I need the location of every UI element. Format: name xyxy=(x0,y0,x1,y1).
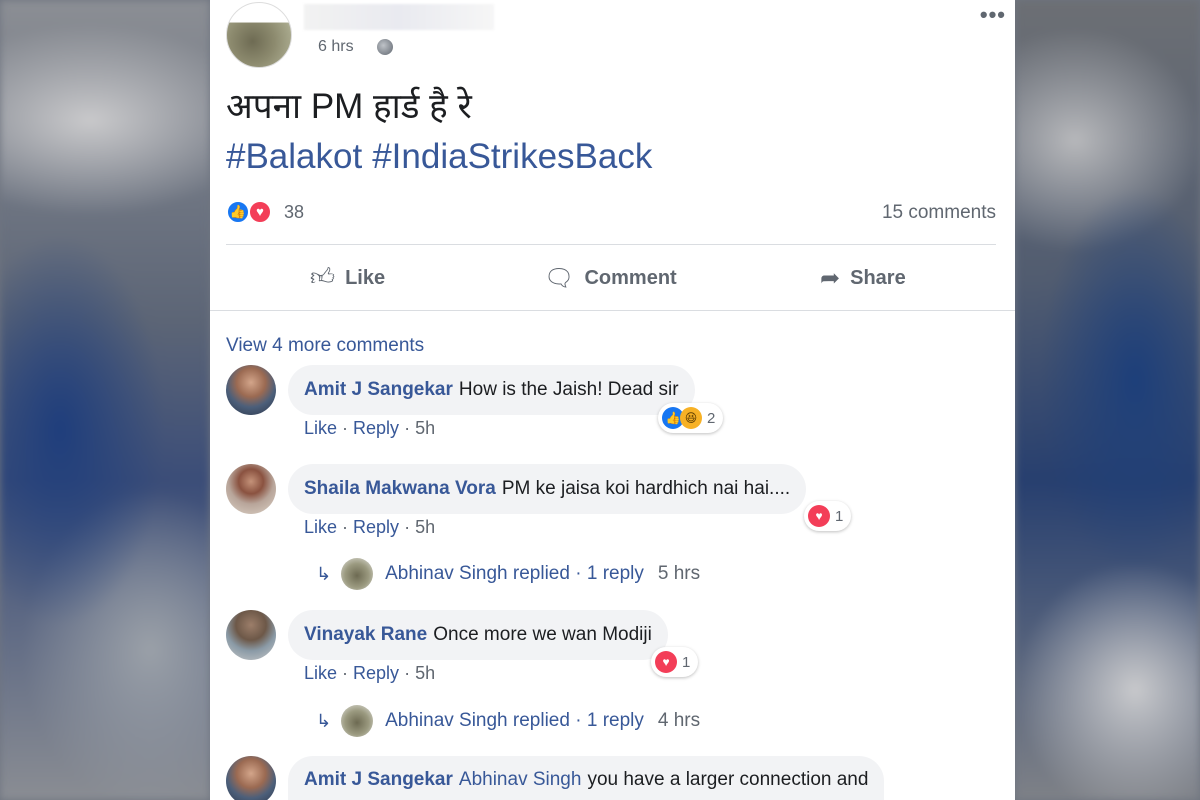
share-label: Share xyxy=(850,266,906,289)
reaction-count: 1 xyxy=(682,653,691,671)
comment-meta: Like · Reply · 5h xyxy=(304,517,436,537)
like-label: Like xyxy=(345,266,386,289)
facebook-post: 6 hrs ••• अपना PM हार्ड है रे #Balakot #I… xyxy=(210,0,1015,800)
comment-meta: Like · Reply · 5h xyxy=(304,663,436,683)
reply-count-link[interactable]: · 1 reply xyxy=(570,710,644,732)
view-more-comments-link[interactable]: View 4 more comments xyxy=(226,335,424,357)
comment-time[interactable]: 5h xyxy=(415,517,435,537)
blurred-background-right xyxy=(1015,0,1200,800)
avatar[interactable] xyxy=(226,610,276,660)
avatar[interactable] xyxy=(226,756,276,800)
replier-name[interactable]: Abhinav Singh replied xyxy=(385,710,570,732)
comment-like-link[interactable]: Like xyxy=(304,418,337,438)
comment-text: PM ke jaisa koi hardhich nai hai.... xyxy=(501,478,791,499)
comment-reply-link[interactable]: Reply xyxy=(353,418,399,438)
replies-row[interactable]: ↳ Abhinav Singh replied · 1 reply 5 hrs xyxy=(316,558,700,590)
reaction-count[interactable]: 38 xyxy=(284,202,304,223)
avatar[interactable] xyxy=(226,464,276,514)
comment-bubble: Amit J Sangekar Abhinav Singh you have a… xyxy=(288,756,885,800)
reply-time: 5 hrs xyxy=(657,563,701,584)
commenter-name[interactable]: Amit J Sangekar xyxy=(304,379,453,401)
comment-count[interactable]: 15 comments xyxy=(882,202,996,224)
avatar xyxy=(341,705,374,737)
avatar xyxy=(341,558,374,590)
comment-like-link[interactable]: Like xyxy=(304,663,337,683)
page-avatar[interactable] xyxy=(226,2,292,68)
replier-name[interactable]: Abhinav Singh replied xyxy=(385,563,570,585)
reply-arrow-icon: ↳ xyxy=(316,563,332,584)
love-reaction-icon: ♥ xyxy=(248,200,272,224)
reaction-count: 1 xyxy=(835,507,844,525)
comment-time[interactable]: 5h xyxy=(415,418,435,438)
comment-meta: Like · Reply · 5h xyxy=(304,418,436,438)
blurred-background-left xyxy=(0,0,210,800)
commenter-name[interactable]: Amit J Sangekar xyxy=(304,769,453,791)
love-reaction-icon: ♥ xyxy=(808,505,830,527)
comment: Shaila Makwana Vora PM ke jaisa koi hard… xyxy=(226,464,1006,594)
more-options-icon[interactable]: ••• xyxy=(980,2,1006,28)
love-reaction-icon: ♥ xyxy=(655,651,677,673)
avatar[interactable] xyxy=(226,365,276,415)
mentioned-user-link[interactable]: Abhinav Singh xyxy=(459,769,582,791)
commenter-name[interactable]: Shaila Makwana Vora xyxy=(304,478,496,500)
hashtag-link[interactable]: #IndiaStrikesBack xyxy=(372,137,652,176)
reaction-count: 2 xyxy=(707,409,716,427)
hashtag-link[interactable]: #Balakot xyxy=(226,137,362,176)
post-hashtags: #Balakot #IndiaStrikesBack xyxy=(226,136,662,178)
reply-count: 1 reply xyxy=(586,563,644,584)
reply-time: 4 hrs xyxy=(657,710,701,731)
comment-reactions[interactable]: 👍 😆 2 xyxy=(658,403,724,433)
share-button[interactable]: ➦ Share xyxy=(820,246,906,310)
like-button[interactable]: 👍︎ Like xyxy=(310,246,385,310)
reply-arrow-icon: ↳ xyxy=(316,710,332,731)
comment: Amit J Sangekar How is the Jaish! Dead s… xyxy=(226,365,1006,455)
comment-bubble: Amit J Sangekar How is the Jaish! Dead s… xyxy=(288,365,695,415)
replies-row[interactable]: ↳ Abhinav Singh replied · 1 reply 4 hrs xyxy=(316,705,700,737)
reactions-summary: 👍 ♥ 38 15 comments xyxy=(226,198,996,226)
post-timestamp[interactable]: 6 hrs xyxy=(318,38,354,56)
comment-time[interactable]: 5h xyxy=(415,663,435,683)
post-actions: 👍︎ Like 🗨︎ Comment ➦ Share xyxy=(210,246,1015,310)
comment: Vinayak Rane Once more we wan Modiji Lik… xyxy=(226,610,1006,740)
comment-reactions[interactable]: ♥ 1 xyxy=(804,501,852,531)
speech-bubble-icon: 🗨︎ xyxy=(544,264,575,292)
thumbs-up-icon: 👍︎ xyxy=(310,264,336,291)
commenter-name[interactable]: Vinayak Rane xyxy=(304,624,427,646)
divider xyxy=(226,244,996,245)
like-reaction-icon: 👍 xyxy=(226,200,250,224)
comment-label: Comment xyxy=(584,266,677,289)
comment-text: you have a larger connection and xyxy=(587,769,869,790)
comment-text: How is the Jaish! Dead sir xyxy=(458,379,679,400)
haha-reaction-icon: 😆 xyxy=(680,407,702,429)
post-text: अपना PM हार्ड है रे xyxy=(226,87,472,126)
blurred-page-name xyxy=(304,4,494,30)
post-header: 6 hrs ••• xyxy=(226,0,1006,70)
reply-count: 1 reply xyxy=(586,710,644,731)
comment-bubble: Shaila Makwana Vora PM ke jaisa koi hard… xyxy=(288,464,807,514)
comment-text: Once more we wan Modiji xyxy=(433,624,652,645)
comment-reply-link[interactable]: Reply xyxy=(353,517,399,537)
comment-like-link[interactable]: Like xyxy=(304,517,337,537)
divider xyxy=(210,310,1015,311)
share-arrow-icon: ➦ xyxy=(820,264,841,292)
comment-button[interactable]: 🗨︎ Comment xyxy=(544,246,677,310)
comment: Amit J Sangekar Abhinav Singh you have a… xyxy=(226,756,1006,800)
globe-icon xyxy=(377,39,393,55)
comment-bubble: Vinayak Rane Once more we wan Modiji xyxy=(288,610,668,660)
reply-count-link[interactable]: · 1 reply xyxy=(570,563,644,585)
comment-reactions[interactable]: ♥ 1 xyxy=(651,647,699,677)
comment-reply-link[interactable]: Reply xyxy=(353,663,399,683)
